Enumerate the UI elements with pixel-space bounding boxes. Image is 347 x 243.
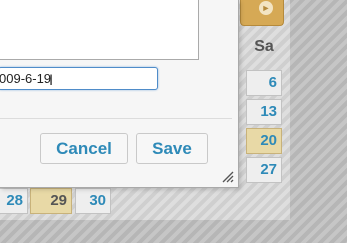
resize-grip-icon[interactable] xyxy=(222,171,234,183)
calendar-day[interactable]: 6 xyxy=(246,70,282,96)
cancel-button[interactable]: Cancel xyxy=(40,133,128,164)
calendar-day[interactable]: 28 xyxy=(0,188,28,214)
divider xyxy=(0,118,232,119)
day-header-saturday: Sa xyxy=(254,38,274,55)
text-cursor-icon: I xyxy=(49,73,54,89)
chevron-right-icon: ► xyxy=(259,1,273,15)
edit-event-dialog: 009-6-19 I Cancel Save xyxy=(0,0,239,188)
calendar-day[interactable]: 13 xyxy=(246,99,282,125)
date-input-value: 009-6-19 xyxy=(0,71,52,86)
calendar-day-today[interactable]: 29 xyxy=(30,188,72,214)
date-input[interactable]: 009-6-19 I xyxy=(0,67,158,90)
save-button[interactable]: Save xyxy=(136,133,208,164)
calendar-day[interactable]: 27 xyxy=(246,157,282,183)
calendar-day[interactable]: 20 xyxy=(246,128,282,154)
next-month-button[interactable]: ► xyxy=(240,0,284,26)
description-textarea[interactable] xyxy=(0,0,199,60)
calendar-day[interactable]: 30 xyxy=(75,188,111,214)
